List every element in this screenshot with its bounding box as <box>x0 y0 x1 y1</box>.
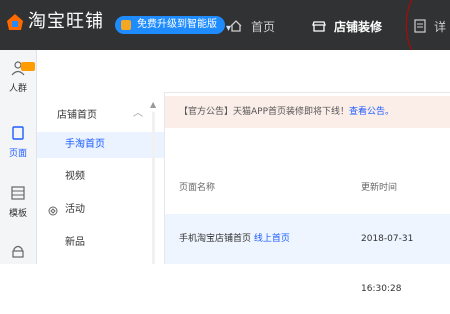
table-cell-name: 手机淘宝店铺首页 线上首页 <box>179 214 290 264</box>
column-header-name[interactable]: 页面名称 <box>179 170 215 206</box>
upgrade-icon <box>121 20 131 30</box>
top-bar: 淘宝旺铺 免费升级到智能版 ▾ 首页 店铺装修 详 <box>0 0 450 82</box>
nav-home[interactable]: 首页 <box>229 16 275 36</box>
layout-icon <box>11 186 25 200</box>
page-name: 手机淘宝店铺首页 <box>179 234 252 244</box>
page-list-item-label: 视频 <box>65 171 85 182</box>
nav-decor-label: 店铺装修 <box>334 19 383 34</box>
toolbar <box>37 50 450 93</box>
taobao-logo-icon <box>7 14 23 30</box>
sidebar-item-more[interactable] <box>0 243 36 264</box>
activity-icon <box>48 206 58 216</box>
page-list-item[interactable]: 视频 <box>37 164 164 190</box>
table-cell-time: 2018-07-31 16:30:28 <box>361 234 414 294</box>
column-header-time[interactable]: 更新时间 <box>361 170 397 206</box>
left-sidebar: 人群 页面 模板 <box>0 50 37 264</box>
sidebar-item-page[interactable]: 页面 <box>0 125 36 159</box>
table-row[interactable]: 手机淘宝店铺首页 线上首页 2018-07-31 16:30:28 <box>165 214 450 294</box>
home-icon <box>230 20 242 32</box>
brand-title: 淘宝旺铺 <box>28 11 104 32</box>
sidebar-item-people[interactable]: 人群 <box>0 60 36 94</box>
page-list-item-label: 活动 <box>65 204 85 215</box>
upgrade-pill[interactable]: 免费升级到智能版 ▾ <box>115 16 231 34</box>
nav-home-label: 首页 <box>251 19 276 34</box>
store-icon <box>312 21 326 32</box>
new-badge <box>21 62 35 71</box>
page-list-item[interactable]: 新品 <box>37 230 164 256</box>
upgrade-pill-label: 免费升级到智能版 <box>137 19 217 30</box>
page-list-item[interactable]: 活动 <box>37 197 164 223</box>
scroll-up-arrow-icon[interactable]: ▲ <box>150 100 156 109</box>
announcement-banner: 【官方公告】天猫APP首页装修即将下线！查看公告。 <box>165 96 450 128</box>
page-list-scrollbar[interactable]: ▲ <box>149 100 158 264</box>
nav-decor[interactable]: 店铺装修 <box>312 16 382 36</box>
page-list-item[interactable]: 手淘首页 <box>37 132 164 158</box>
sidebar-item-label: 模板 <box>8 209 27 219</box>
sidebar-item-label: 页面 <box>8 149 27 159</box>
page-list-item-label: 手淘首页 <box>65 139 105 150</box>
page-list-item-label: 新品 <box>65 237 85 248</box>
lock-icon <box>12 245 24 258</box>
announcement-link[interactable]: 查看公告。 <box>349 107 394 117</box>
page-table: 页面名称 更新时间 手机淘宝店铺首页 线上首页 2018-07-31 16:30… <box>165 170 450 294</box>
scroll-track[interactable] <box>152 112 155 264</box>
page-icon <box>12 126 24 140</box>
chevron-up-icon[interactable]: ︿ <box>133 104 143 119</box>
announcement-text: 【官方公告】天猫APP首页装修即将下线！ <box>179 107 350 117</box>
sidebar-item-module[interactable]: 模板 <box>0 185 36 219</box>
brand[interactable]: 淘宝旺铺 <box>6 12 104 32</box>
page-list: 店铺首页 ︿ 手淘首页 视频 活动 新品 <box>37 92 165 264</box>
online-status-link[interactable]: 线上首页 <box>254 234 290 244</box>
page-list-title: 店铺首页 <box>57 110 97 121</box>
sidebar-item-label: 人群 <box>8 84 27 94</box>
